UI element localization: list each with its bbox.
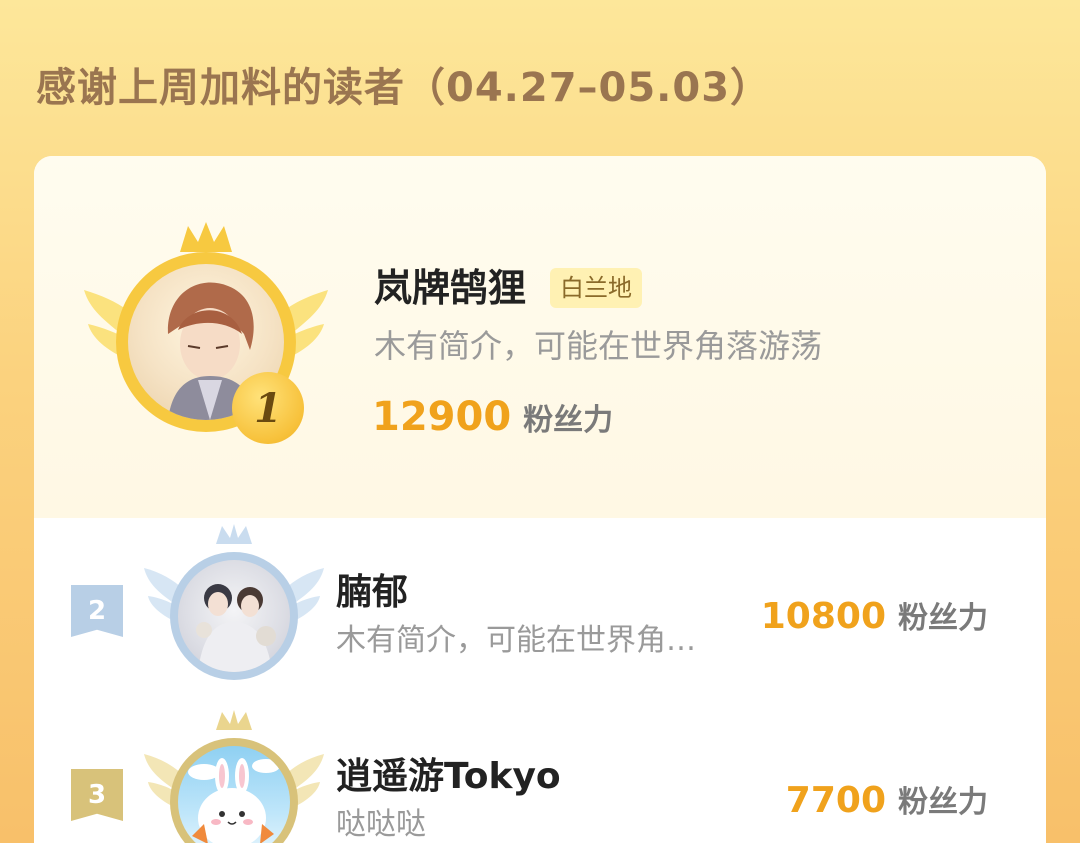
ranking-card: 1 岚牌鹄狸 白兰地 木有简介，可能在世界角落游荡 12900 粉丝力 2 腩郁 — [34, 156, 1046, 843]
score-unit: 粉丝力 — [898, 785, 988, 820]
score-unit: 粉丝力 — [898, 601, 988, 636]
score-value: 10800 — [760, 596, 886, 637]
page-title: 感谢上周加料的读者（04.27–05.03） — [36, 65, 772, 111]
reader-score: 12900 粉丝力 — [372, 392, 613, 450]
reader-tag-badge: 白兰地 — [550, 268, 642, 308]
score-value: 7700 — [785, 780, 886, 821]
rank-flag-2: 2 — [71, 585, 123, 637]
rank-badge: 1 — [232, 372, 304, 444]
reader-score: 7700 粉丝力 — [786, 776, 988, 832]
avatar[interactable] — [178, 560, 290, 672]
reader-bio: 木有简介，可能在世界角落游荡 — [374, 327, 823, 365]
avatar-illustration-icon — [196, 584, 276, 672]
reader-bio: 哒哒哒 — [336, 807, 426, 842]
rank-flag-3: 3 — [71, 769, 123, 821]
score-unit: 粉丝力 — [523, 403, 614, 438]
score-value: 12900 — [372, 394, 512, 440]
reader-name[interactable]: 岚牌鹄狸 — [374, 264, 526, 312]
rank-number: 1 — [254, 384, 282, 432]
reader-bio: 木有简介，可能在世界角… — [336, 623, 696, 658]
reader-name[interactable]: 腩郁 — [336, 570, 408, 616]
rank-number: 2 — [87, 596, 107, 626]
reader-name[interactable]: 逍遥游Tokyo — [336, 754, 561, 800]
reader-score: 10800 粉丝力 — [761, 592, 988, 648]
rank-number: 3 — [87, 780, 107, 810]
